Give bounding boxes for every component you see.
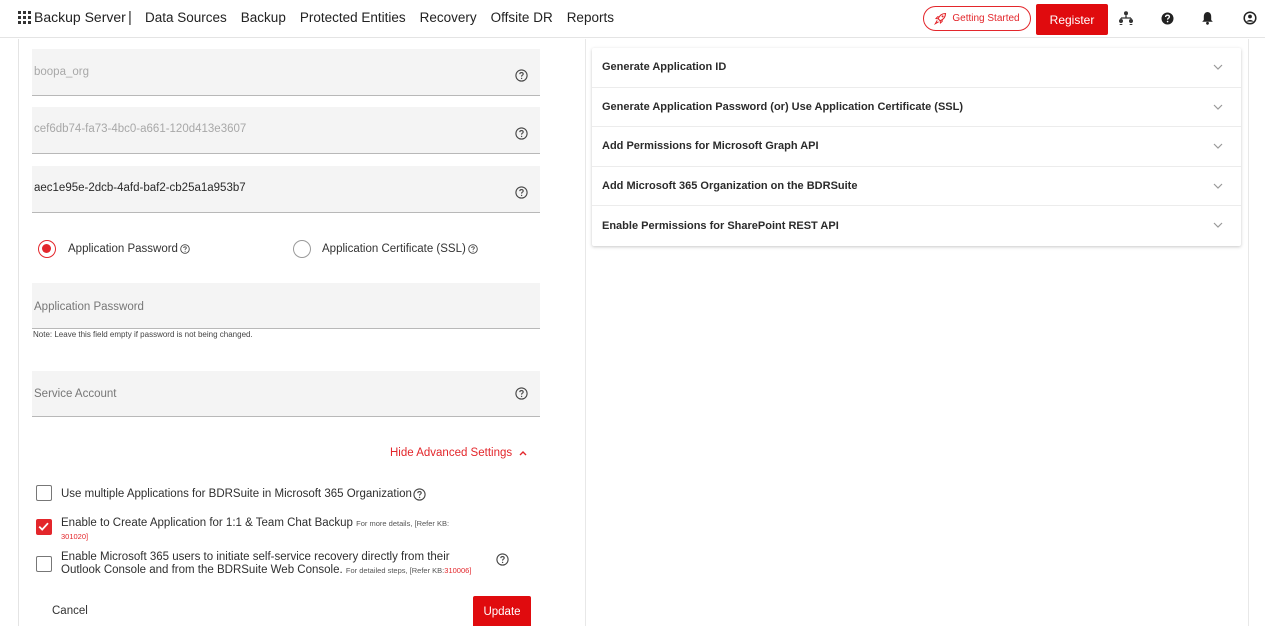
tenant-id-field[interactable]: aec1e95e-2dcb-4afd-baf2-cb25a1a953b7 [32, 166, 540, 213]
chevron-up-icon [519, 451, 527, 456]
apps-grid-icon[interactable] [18, 10, 31, 24]
application-id-field[interactable]: cef6db74-fa73-4bc0-a661-120d413e3607 [32, 107, 540, 154]
kb-link-310006[interactable]: 310006 [444, 566, 469, 575]
self-service-recovery-checkbox[interactable] [36, 556, 52, 572]
chevron-down-icon [1213, 104, 1223, 110]
checkmark-icon [38, 522, 49, 531]
nav-recovery[interactable]: Recovery [420, 10, 477, 25]
self-service-kb-note: For detailed steps, [Refer KB: [345, 566, 445, 575]
team-chat-backup-label: Enable to Create Application for 1:1 & T… [61, 517, 353, 529]
help-icon[interactable] [1159, 10, 1175, 26]
service-account-field[interactable]: Service Account [32, 371, 540, 417]
chevron-down-icon [1213, 183, 1223, 189]
application-password-option[interactable]: Application Password [68, 243, 190, 255]
self-service-recovery-line2: Outlook Console and from the BDRSuite We… [61, 564, 343, 576]
hide-advanced-settings-label: Hide Advanced Settings [390, 447, 513, 459]
accordion-item-label: Generate Application ID [602, 61, 727, 74]
update-button[interactable]: Update [473, 596, 531, 626]
self-service-recovery-text: Enable Microsoft 365 users to initiate s… [61, 551, 491, 577]
accordion-item-sharepoint-permissions[interactable]: Enable Permissions for SharePoint REST A… [592, 206, 1241, 246]
app-name[interactable]: Backup Server [34, 9, 126, 25]
user-icon[interactable] [1242, 10, 1258, 26]
help-circle-icon[interactable] [515, 69, 528, 82]
top-navigation-bar: Backup Server | Data Sources Backup Prot… [0, 0, 1265, 38]
help-circle-icon[interactable] [515, 387, 528, 400]
nav-separator: | [128, 9, 132, 26]
application-password-placeholder: Application Password [34, 301, 144, 313]
password-note: Note: Leave this field empty if password… [33, 330, 253, 339]
kb-bracket-close: ] [469, 566, 472, 575]
application-password-field[interactable]: Application Password [32, 283, 540, 329]
accordion-item-label: Add Permissions for Microsoft Graph API [602, 140, 819, 153]
application-certificate-option[interactable]: Application Certificate (SSL) [322, 243, 478, 255]
kb-bracket-close: ] [86, 532, 89, 541]
application-certificate-label: Application Certificate (SSL) [322, 243, 466, 255]
rocket-icon [934, 12, 947, 25]
main-nav: Data Sources Backup Protected Entities R… [145, 10, 628, 25]
multiple-applications-label: Use multiple Applications for BDRSuite i… [61, 488, 412, 500]
application-certificate-radio[interactable] [293, 240, 311, 258]
help-circle-icon[interactable] [515, 127, 528, 140]
help-circle-icon[interactable] [496, 553, 509, 566]
self-service-recovery-line1: Enable Microsoft 365 users to initiate s… [61, 551, 450, 563]
application-password-label: Application Password [68, 243, 178, 255]
org-chart-icon[interactable] [1118, 10, 1134, 26]
nav-reports[interactable]: Reports [567, 10, 614, 25]
register-button[interactable]: Register [1036, 4, 1108, 35]
cancel-button[interactable]: Cancel [52, 605, 88, 617]
setup-guide-accordion: Generate Application ID Generate Applica… [592, 48, 1241, 246]
application-id-value: cef6db74-fa73-4bc0-a661-120d413e3607 [34, 123, 247, 135]
chevron-down-icon [1213, 143, 1223, 150]
accordion-item-add-organization[interactable]: Add Microsoft 365 Organization on the BD… [592, 167, 1241, 207]
kb-link-301020[interactable]: 301020 [61, 532, 86, 541]
help-circle-icon[interactable] [515, 186, 528, 199]
hide-advanced-settings-link[interactable]: Hide Advanced Settings [390, 447, 527, 459]
nav-protected-entities[interactable]: Protected Entities [300, 10, 406, 25]
team-chat-backup-text: Enable to Create Application for 1:1 & T… [61, 517, 491, 543]
help-circle-icon[interactable] [413, 488, 426, 501]
getting-started-label: Getting Started [952, 13, 1020, 24]
getting-started-button[interactable]: Getting Started [923, 6, 1031, 31]
chevron-down-icon [1213, 222, 1223, 229]
help-circle-icon[interactable] [180, 244, 190, 254]
help-circle-icon[interactable] [468, 244, 478, 254]
app-brand[interactable]: Backup Server [18, 9, 126, 25]
multiple-applications-text: Use multiple Applications for BDRSuite i… [61, 488, 426, 501]
team-chat-kb-note: For more details, [Refer KB: [356, 519, 450, 528]
nav-backup[interactable]: Backup [241, 10, 286, 25]
bell-icon[interactable] [1199, 10, 1215, 26]
chevron-down-icon [1213, 64, 1223, 70]
accordion-item-label: Generate Application Password (or) Use A… [602, 100, 964, 113]
team-chat-backup-checkbox[interactable] [36, 519, 52, 535]
application-password-radio[interactable] [38, 240, 56, 258]
accordion-item-label: Enable Permissions for SharePoint REST A… [602, 220, 839, 233]
nav-data-sources[interactable]: Data Sources [145, 10, 227, 25]
multiple-applications-checkbox[interactable] [36, 485, 52, 501]
tenant-id-value: aec1e95e-2dcb-4afd-baf2-cb25a1a953b7 [34, 182, 246, 194]
accordion-item-label: Add Microsoft 365 Organization on the BD… [602, 180, 858, 193]
organization-name-value: boopa_org [34, 66, 89, 78]
organization-name-field[interactable]: boopa_org [32, 49, 540, 96]
accordion-item-graph-api-permissions[interactable]: Add Permissions for Microsoft Graph API [592, 127, 1241, 167]
service-account-placeholder: Service Account [34, 388, 117, 400]
accordion-item-generate-app-password[interactable]: Generate Application Password (or) Use A… [592, 88, 1241, 128]
accordion-item-generate-app-id[interactable]: Generate Application ID [592, 48, 1241, 88]
nav-offsite-dr[interactable]: Offsite DR [491, 10, 553, 25]
